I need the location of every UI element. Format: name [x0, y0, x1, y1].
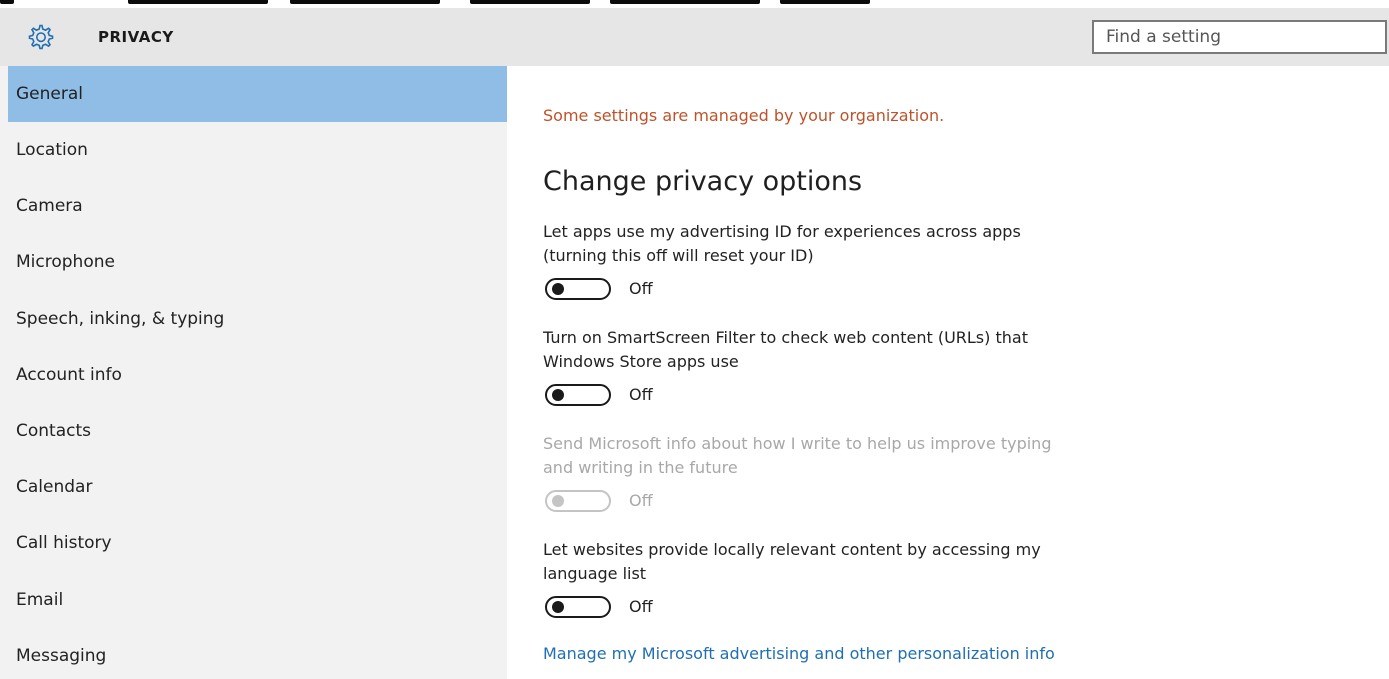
sidebar-item-microphone[interactable]: Microphone: [8, 234, 507, 290]
sidebar-item-label: Camera: [16, 196, 83, 216]
option-desc-line: (turning this off will reset your ID): [543, 246, 814, 265]
sidebar-item-camera[interactable]: Camera: [8, 178, 507, 234]
sidebar-item-label: Speech, inking, & typing: [16, 309, 225, 329]
language-list-toggle[interactable]: [545, 596, 611, 618]
option-description: Let websites provide locally relevant co…: [543, 538, 1223, 586]
toggle-row: Off: [543, 278, 1223, 308]
sidebar-item-label: Account info: [16, 365, 122, 385]
sidebar-item-speech[interactable]: Speech, inking, & typing: [8, 291, 507, 347]
option-description: Send Microsoft info about how I write to…: [543, 432, 1223, 480]
sidebar-item-label: Contacts: [16, 421, 91, 441]
toggle-knob: [552, 389, 564, 401]
sidebar-item-calendar[interactable]: Calendar: [8, 459, 507, 515]
toggle-state-label: Off: [629, 491, 653, 510]
sidebar-item-label: Calendar: [16, 477, 93, 497]
option-desc-line: Turn on SmartScreen Filter to check web …: [543, 328, 1028, 347]
sidebar-item-label: Location: [16, 140, 88, 160]
header-bar: PRIVACY: [0, 8, 1389, 66]
caption-fragment: [780, 0, 870, 4]
caption-fragment: [610, 0, 760, 4]
sidebar-item-email[interactable]: Email: [8, 572, 507, 628]
option-desc-line: and writing in the future: [543, 458, 738, 477]
option-desc-line: Windows Store apps use: [543, 352, 739, 371]
option-typing-info: Send Microsoft info about how I write to…: [543, 432, 1223, 520]
main-content: Some settings are managed by your organi…: [507, 66, 1389, 679]
sidebar-item-general[interactable]: General: [8, 66, 507, 122]
cropped-caption: [0, 0, 1389, 8]
sidebar-item-messaging[interactable]: Messaging: [8, 628, 507, 679]
caption-fragment: [0, 0, 14, 4]
option-smartscreen: Turn on SmartScreen Filter to check web …: [543, 326, 1223, 414]
toggle-state-label: Off: [629, 279, 653, 298]
gear-icon: [28, 24, 54, 50]
toggle-row: Off: [543, 490, 1223, 520]
sidebar-item-label: Email: [16, 590, 64, 610]
sidebar-item-label: Microphone: [16, 252, 115, 272]
toggle-row: Off: [543, 596, 1223, 626]
toggle-knob: [552, 601, 564, 613]
manage-advertising-link[interactable]: Manage my Microsoft advertising and othe…: [543, 644, 1055, 663]
option-desc-line: language list: [543, 564, 647, 583]
sidebar-item-call-history[interactable]: Call history: [8, 515, 507, 571]
typing-info-toggle: [545, 490, 611, 512]
option-language-list: Let websites provide locally relevant co…: [543, 538, 1223, 626]
sidebar-item-label: Messaging: [16, 646, 107, 666]
sidebar-item-account-info[interactable]: Account info: [8, 347, 507, 403]
advertising-id-toggle[interactable]: [545, 278, 611, 300]
search-input[interactable]: [1092, 20, 1387, 54]
option-advertising-id: Let apps use my advertising ID for exper…: [543, 220, 1223, 308]
smartscreen-toggle[interactable]: [545, 384, 611, 406]
settings-window: PRIVACY General Location Camera Micropho…: [0, 0, 1389, 679]
caption-fragment: [128, 0, 268, 4]
toggle-state-label: Off: [629, 385, 653, 404]
option-desc-line: Let websites provide locally relevant co…: [543, 540, 1041, 559]
option-description: Turn on SmartScreen Filter to check web …: [543, 326, 1223, 374]
sidebar-item-location[interactable]: Location: [8, 122, 507, 178]
toggle-knob: [552, 495, 564, 507]
caption-fragment: [290, 0, 440, 4]
section-heading: Change privacy options: [543, 166, 863, 197]
option-description: Let apps use my advertising ID for exper…: [543, 220, 1223, 268]
option-desc-line: Let apps use my advertising ID for exper…: [543, 222, 1021, 241]
managed-notice: Some settings are managed by your organi…: [543, 106, 945, 125]
sidebar-item-label: General: [16, 84, 83, 104]
toggle-state-label: Off: [629, 597, 653, 616]
sidebar-item-label: Call history: [16, 533, 112, 553]
toggle-row: Off: [543, 384, 1223, 414]
page-title: PRIVACY: [98, 28, 174, 46]
caption-fragment: [470, 0, 590, 4]
sidebar-item-contacts[interactable]: Contacts: [8, 403, 507, 459]
toggle-knob: [552, 283, 564, 295]
option-desc-line: Send Microsoft info about how I write to…: [543, 434, 1052, 453]
sidebar: General Location Camera Microphone Speec…: [0, 66, 507, 679]
